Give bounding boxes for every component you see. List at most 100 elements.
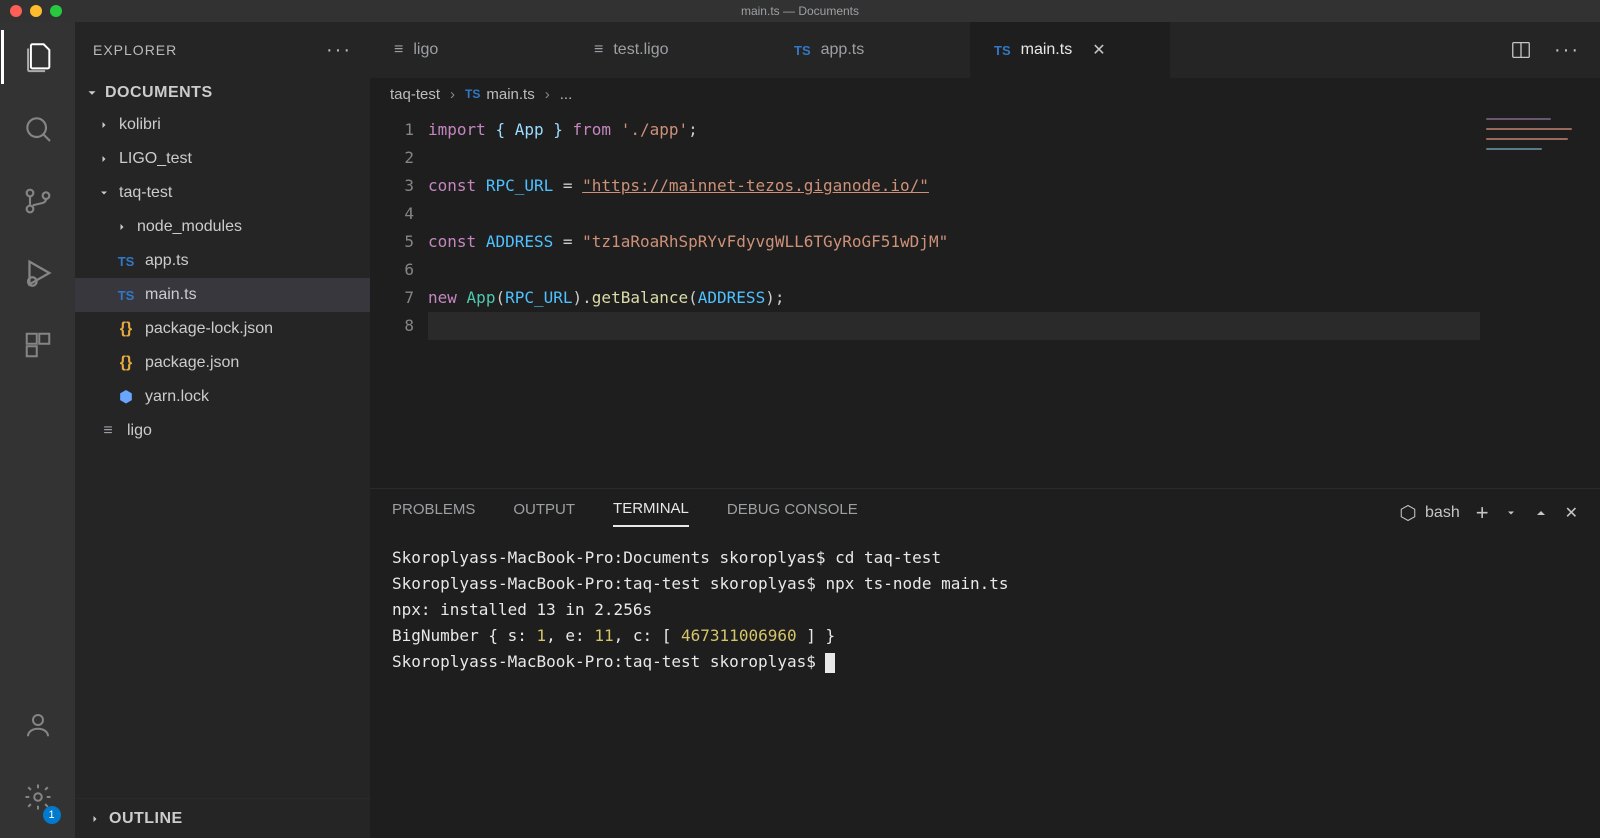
token-keyword: from xyxy=(573,120,612,139)
code-content[interactable]: import { App } from './app'; const RPC_U… xyxy=(428,110,1480,488)
token-string: './app' xyxy=(621,120,688,139)
sidebar-title: EXPLORER xyxy=(93,42,177,58)
tab-label: main.ts xyxy=(1021,41,1073,59)
terminal-output[interactable]: Skoroplyass-MacBook-Pro:Documents skorop… xyxy=(370,537,1600,838)
output-tab[interactable]: OUTPUT xyxy=(513,501,575,526)
chevron-down-icon xyxy=(98,187,110,199)
close-tab-button[interactable]: ✕ xyxy=(1092,40,1105,60)
files-icon xyxy=(21,40,55,74)
chevron-down-icon[interactable] xyxy=(1505,507,1517,519)
file-ligo[interactable]: ≡ ligo xyxy=(75,414,370,448)
line-number: 2 xyxy=(370,144,414,172)
line-gutter: 1 2 3 4 5 6 7 8 xyxy=(370,110,428,488)
folder-kolibri[interactable]: kolibri xyxy=(75,108,370,142)
output-number: 1 xyxy=(537,626,547,645)
output-number: 467311006960 xyxy=(681,626,797,645)
outline-section[interactable]: OUTLINE xyxy=(75,798,370,838)
token-keyword: const xyxy=(428,232,476,251)
debug-console-tab[interactable]: DEBUG CONSOLE xyxy=(727,501,858,526)
output-number: 11 xyxy=(594,626,613,645)
file-icon: ≡ xyxy=(97,422,119,440)
token-string: "tz1aRoaRhSpRYvFdyvgWLL6TGyRoGF51wDjM" xyxy=(582,232,948,251)
tab-app-ts[interactable]: TSapp.ts xyxy=(770,22,970,78)
tree-label: kolibri xyxy=(119,116,161,134)
minimap[interactable] xyxy=(1480,110,1600,488)
tree-label: package-lock.json xyxy=(145,320,273,338)
workspace-root[interactable]: DOCUMENTS xyxy=(75,78,370,108)
token-function: getBalance xyxy=(592,288,688,307)
line-number: 1 xyxy=(370,116,414,144)
chevron-up-icon[interactable] xyxy=(1533,505,1549,521)
editor-more-button[interactable]: ··· xyxy=(1554,39,1580,62)
typescript-icon: TS xyxy=(115,288,137,303)
json-icon: {} xyxy=(115,354,137,372)
crumb-root[interactable]: taq-test xyxy=(390,86,440,103)
window-title: main.ts — Documents xyxy=(0,4,1600,18)
accounts-activity[interactable] xyxy=(15,702,61,748)
breadcrumbs[interactable]: taq-test › TS main.ts › ... xyxy=(370,78,1600,110)
tab-test-ligo[interactable]: ≡test.ligo xyxy=(570,22,770,78)
new-terminal-button[interactable]: + xyxy=(1476,500,1489,526)
run-debug-activity[interactable] xyxy=(15,250,61,296)
extensions-activity[interactable] xyxy=(15,322,61,368)
line-number: 5 xyxy=(370,228,414,256)
debug-icon xyxy=(21,256,55,290)
branch-icon xyxy=(22,185,54,217)
file-yarn-lock[interactable]: ⬢yarn.lock xyxy=(75,380,370,414)
prompt-text: Skoroplyass-MacBook-Pro:taq-test skoropl… xyxy=(392,574,825,593)
token-string: "https://mainnet-tezos.giganode.io/" xyxy=(582,176,929,195)
json-icon: {} xyxy=(115,320,137,338)
file-main-ts[interactable]: TSmain.ts xyxy=(75,278,370,312)
source-control-activity[interactable] xyxy=(15,178,61,224)
tree-label: package.json xyxy=(145,354,239,372)
output-text: , e: xyxy=(546,626,594,645)
token-const: ADDRESS xyxy=(698,288,765,307)
typescript-icon: TS xyxy=(994,43,1011,58)
command-text: npx ts-node main.ts xyxy=(825,574,1008,593)
tab-main-ts[interactable]: TS main.ts ✕ xyxy=(970,22,1170,78)
tree-label: node_modules xyxy=(137,218,242,236)
tab-ligo[interactable]: ≡ ligo xyxy=(370,22,570,78)
tree-label: ligo xyxy=(127,422,152,440)
editor-region: ≡ ligo ≡test.ligo TSapp.ts TS main.ts ✕ ···… xyxy=(370,22,1600,838)
sidebar-more-button[interactable]: ··· xyxy=(326,39,352,62)
folder-taq-test[interactable]: taq-test xyxy=(75,176,370,210)
terminal-cursor xyxy=(825,653,835,673)
chevron-right-icon xyxy=(116,221,128,233)
file-package-lock[interactable]: {} package-lock.json xyxy=(75,312,370,346)
explorer-sidebar: EXPLORER ··· DOCUMENTS kolibri LIGO_test… xyxy=(75,22,370,838)
typescript-icon: TS xyxy=(794,43,811,58)
outline-label: OUTLINE xyxy=(109,810,183,828)
token-const: RPC_URL xyxy=(505,288,572,307)
activity-bar: 1 xyxy=(0,22,75,838)
explorer-activity[interactable] xyxy=(15,34,61,80)
line-number: 7 xyxy=(370,284,414,312)
settings-badge: 1 xyxy=(43,806,61,824)
crumb-tail[interactable]: ... xyxy=(560,86,573,103)
editor-tabs: ≡ ligo ≡test.ligo TSapp.ts TS main.ts ✕ ··· xyxy=(370,22,1600,78)
workspace-root-label: DOCUMENTS xyxy=(105,84,213,102)
search-icon xyxy=(22,113,54,145)
terminal-profile[interactable]: bash xyxy=(1399,504,1460,522)
terminal-tab[interactable]: TERMINAL xyxy=(613,500,689,527)
close-panel-button[interactable]: ✕ xyxy=(1565,503,1578,523)
file-package-json[interactable]: {} package.json xyxy=(75,346,370,380)
tab-label: ligo xyxy=(413,41,438,59)
split-editor-button[interactable] xyxy=(1510,39,1532,61)
file-app-ts[interactable]: TSapp.ts xyxy=(75,244,370,278)
file-icon: ≡ xyxy=(594,41,603,59)
command-text: cd taq-test xyxy=(835,548,941,567)
token-const: ADDRESS xyxy=(486,232,553,251)
code-editor[interactable]: 1 2 3 4 5 6 7 8 import { App } from './a… xyxy=(370,110,1600,488)
crumb-file[interactable]: main.ts xyxy=(486,86,534,103)
tree-label: yarn.lock xyxy=(145,388,209,406)
chevron-down-icon xyxy=(85,86,99,100)
settings-activity[interactable]: 1 xyxy=(15,774,61,820)
bottom-panel: PROBLEMS OUTPUT TERMINAL DEBUG CONSOLE b… xyxy=(370,488,1600,838)
problems-tab[interactable]: PROBLEMS xyxy=(392,501,475,526)
prompt-text: Skoroplyass-MacBook-Pro:taq-test skoropl… xyxy=(392,652,825,671)
file-icon: ≡ xyxy=(394,41,403,59)
search-activity[interactable] xyxy=(15,106,61,152)
folder-ligo-test[interactable]: LIGO_test xyxy=(75,142,370,176)
folder-node-modules[interactable]: node_modules xyxy=(75,210,370,244)
